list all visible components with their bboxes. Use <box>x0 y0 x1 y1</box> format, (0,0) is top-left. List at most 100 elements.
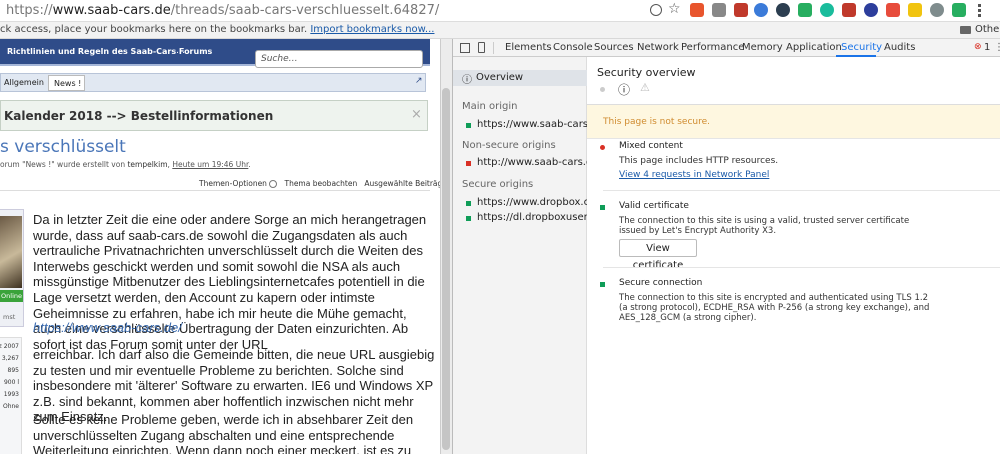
divider <box>603 190 1000 191</box>
user-card: Online mst <box>0 209 24 327</box>
connection-title: Secure connection <box>619 278 703 288</box>
avatar[interactable] <box>0 216 22 288</box>
error-icon[interactable]: ⊗ <box>974 42 982 52</box>
sidebar-item-label: Overview <box>476 72 524 83</box>
warning-state-icon: ⚠ <box>640 81 650 94</box>
certificate-desc: The connection to this site is using a v… <box>619 216 910 226</box>
extension-icon[interactable] <box>952 3 966 17</box>
tab-network[interactable]: Network <box>637 42 679 53</box>
extension-icon[interactable] <box>734 3 748 17</box>
insecure-icon <box>466 161 471 166</box>
url-text[interactable]: https://www.saab-cars.de/threads/saab-ca… <box>6 3 439 18</box>
tab-performance[interactable]: Performance <box>681 42 744 53</box>
sidebar-item-secure-origin[interactable]: https://dl.dropboxusercontent <box>477 212 587 223</box>
online-badge: Online <box>0 290 23 302</box>
devtools-tabbar: Elements Console Sources Network Perform… <box>453 39 1000 57</box>
divider <box>0 190 430 191</box>
extension-icon[interactable] <box>842 3 856 17</box>
menu-icon[interactable] <box>978 4 981 7</box>
folder-icon <box>960 26 971 34</box>
author-link[interactable]: tempelkim <box>127 160 167 169</box>
security-main: Security overview ⓘ ⚠ This page is not s… <box>587 57 1000 454</box>
bookmarks-bar: ck access, place your bookmarks here on … <box>0 22 1000 39</box>
breadcrumb: Allgemein News ! ↗ <box>0 73 426 92</box>
more-icon[interactable]: ⋮ <box>994 42 1000 53</box>
office-extension-icon[interactable] <box>690 3 704 17</box>
stat-posts: 3,267 <box>1 355 19 362</box>
sidebar-item-overview[interactable]: ⓘ Overview <box>453 70 587 86</box>
certificate-desc: issued by Let's Encrypt Authority X3. <box>619 226 777 236</box>
error-count[interactable]: 1 <box>984 42 990 53</box>
import-bookmarks-link[interactable]: Import bookmarks now... <box>310 24 434 35</box>
post-link[interactable]: https://www.saab-cars.de/ <box>33 320 182 336</box>
close-icon[interactable]: × <box>411 107 422 122</box>
divider <box>493 42 494 54</box>
tab-memory[interactable]: Memory <box>742 42 783 53</box>
main-origin-header: Main origin <box>462 101 518 112</box>
extension-icon[interactable] <box>798 3 812 17</box>
stat-points: 900 l <box>3 379 19 386</box>
search-input[interactable]: Suche… <box>255 50 423 68</box>
post-time[interactable]: Heute um 19:46 Uhr <box>172 160 248 169</box>
insecure-icon <box>600 145 605 150</box>
chevron-down-icon <box>269 180 278 188</box>
stat-extra: Ohne <box>2 403 19 410</box>
star-icon[interactable]: ☆ <box>668 1 681 17</box>
more-menu[interactable]: … <box>176 46 185 56</box>
devtools-panel: Elements Console Sources Network Perform… <box>452 39 1000 454</box>
thread-options-button[interactable]: Themen-Optionen <box>199 179 278 188</box>
tab-security[interactable]: Security <box>841 42 882 53</box>
view-requests-link[interactable]: View 4 requests in Network Panel <box>619 170 769 180</box>
secure-icon <box>600 205 605 210</box>
user-title: mst <box>3 313 16 321</box>
secure-icon <box>600 282 605 287</box>
device-toolbar-icon[interactable] <box>478 42 485 53</box>
other-bookmarks[interactable]: Other <box>975 24 1000 35</box>
inspect-icon[interactable] <box>460 43 470 53</box>
selected-posts[interactable]: Ausgewählte Beiträge: <box>364 179 440 188</box>
secure-state-icon <box>600 87 605 92</box>
extension-icon[interactable] <box>908 3 922 17</box>
scrollbar-thumb[interactable] <box>442 88 450 450</box>
breadcrumb-item[interactable]: Allgemein <box>4 78 44 87</box>
extension-icon[interactable] <box>930 3 944 17</box>
jump-icon[interactable]: ↗ <box>415 76 423 86</box>
stat-year: 1993 <box>3 391 19 398</box>
notice-text[interactable]: Kalender 2018 --> Bestellinformationen <box>4 109 273 123</box>
extension-icon[interactable] <box>712 3 726 17</box>
sidebar-item-nonsecure-origin[interactable]: http://www.saab-cars.de <box>477 157 598 168</box>
divider <box>587 138 1000 139</box>
watch-thread-button[interactable]: Thema beobachten <box>284 179 357 188</box>
tab-elements[interactable]: Elements <box>505 42 552 53</box>
notice: Kalender 2018 --> Bestellinformationen × <box>0 100 428 131</box>
security-banner: This page is not secure. <box>587 105 1000 138</box>
divider <box>603 267 1000 268</box>
forum-topbar: Richtlinien und Regeln des Saab-Cars For… <box>0 39 430 68</box>
sidebar-item-main-origin[interactable]: https://www.saab-cars.de <box>477 119 604 130</box>
connection-desc: AES_128_GCM (a strong cipher). <box>619 313 757 323</box>
sidebar-item-secure-origin[interactable]: https://www.dropbox.com <box>477 197 605 208</box>
extension-icon[interactable] <box>886 3 900 17</box>
address-bar[interactable]: https://www.saab-cars.de/threads/saab-ca… <box>0 0 1000 22</box>
tab-application[interactable]: Application <box>786 42 842 53</box>
mixed-content-desc: This page includes HTTP resources. <box>619 156 779 166</box>
extension-icon[interactable] <box>754 3 768 17</box>
view-certificate-button[interactable]: View certificate <box>619 239 697 271</box>
extension-icon[interactable] <box>820 3 834 17</box>
secure-header: Secure origins <box>462 179 534 190</box>
certificate-title: Valid certificate <box>619 201 689 211</box>
privacy-icon[interactable] <box>650 4 662 16</box>
bookmarks-hint: ck access, place your bookmarks here on … <box>0 24 435 35</box>
info-icon: ⓘ <box>462 75 472 86</box>
secure-icon <box>466 216 471 221</box>
tab-audits[interactable]: Audits <box>884 42 915 53</box>
extension-icon[interactable] <box>864 3 878 17</box>
breadcrumb-current[interactable]: News ! <box>48 75 85 91</box>
page-title: Security overview <box>597 66 696 79</box>
banner-text: This page is not secure. <box>603 117 711 127</box>
tab-console[interactable]: Console <box>553 42 593 53</box>
user-stats: z 2007 3,267 895 900 l 1993 Ohne <box>0 337 22 454</box>
stat-likes: 895 <box>7 367 19 374</box>
tab-sources[interactable]: Sources <box>594 42 634 53</box>
extension-icon[interactable] <box>776 3 790 17</box>
